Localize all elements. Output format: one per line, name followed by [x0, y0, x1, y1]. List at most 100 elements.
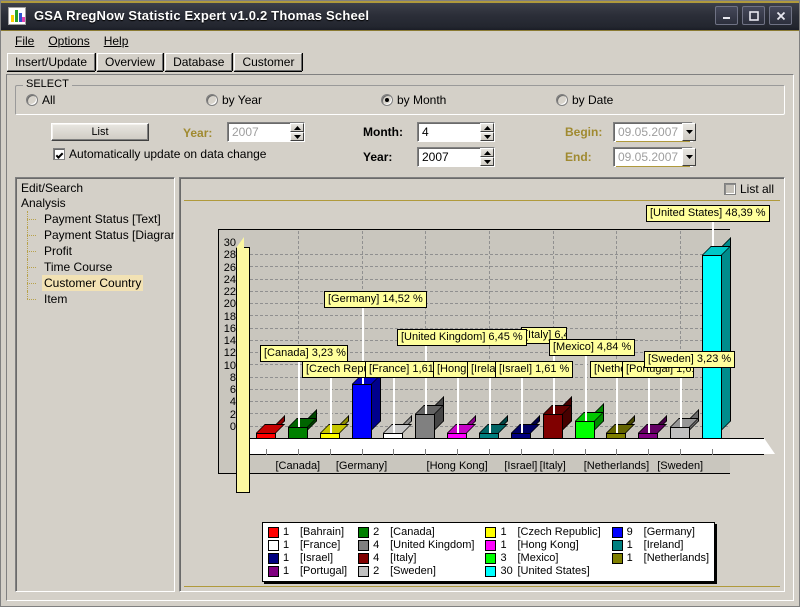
- bar[interactable]: [702, 237, 732, 439]
- client-area: SELECT All by Year by Month by Date List…: [6, 74, 794, 601]
- spinner-down-icon[interactable]: [480, 157, 494, 166]
- bar[interactable]: [542, 396, 572, 439]
- tab-database[interactable]: Database: [165, 53, 233, 71]
- chart-panel: List all 0 2 4 6 8 10 12 14 16 18 20 22 24 26 28 30 [Ca…: [179, 177, 785, 592]
- radio-all-label: All: [42, 93, 56, 107]
- tree-item-profit-label: Profit: [44, 244, 73, 258]
- radio-by-year[interactable]: by Year: [206, 93, 381, 107]
- tree-item-payment-status-text[interactable]: Payment Status [Text]: [18, 211, 172, 227]
- radio-all[interactable]: All: [26, 93, 206, 107]
- spinner-up-icon[interactable]: [480, 148, 494, 157]
- legend-item[interactable]: 1 [Israel]: [268, 552, 347, 564]
- data-label: [Sweden] 3,23 %: [644, 351, 736, 368]
- legend-item[interactable]: 1 [Bahrain]: [268, 526, 347, 538]
- spinner-up-icon[interactable]: [290, 123, 304, 132]
- chevron-down-icon[interactable]: [682, 148, 697, 166]
- year-spinner[interactable]: 2007: [417, 147, 495, 167]
- year-left-spinner[interactable]: 2007: [227, 122, 305, 142]
- radio-by-month-label: by Month: [397, 93, 447, 107]
- auto-update-label: Automatically update on data change: [69, 147, 267, 161]
- chevron-down-icon[interactable]: [682, 123, 697, 141]
- legend-item[interactable]: 4 [United Kingdom]: [358, 539, 474, 551]
- radio-by-date[interactable]: by Date: [556, 93, 613, 107]
- bar[interactable]: [606, 414, 636, 439]
- tree-root-edit-search[interactable]: Edit/Search: [18, 181, 172, 196]
- legend-item[interactable]: 1 [Hong Kong]: [485, 539, 600, 551]
- bar[interactable]: [479, 414, 508, 439]
- begin-date-field[interactable]: 09.05.2007: [613, 122, 697, 142]
- tab-overview[interactable]: Overview: [97, 53, 164, 71]
- spinner-up-icon[interactable]: [480, 123, 494, 132]
- legend-swatch: [485, 565, 497, 577]
- select-group: SELECT All by Year by Month by Date: [15, 78, 785, 115]
- menu-file[interactable]: File: [9, 33, 40, 49]
- legend-count: 4: [373, 539, 380, 551]
- tree-root-analysis[interactable]: Analysis: [18, 196, 172, 211]
- tree-item-item[interactable]: Item: [18, 291, 172, 307]
- radio-by-year-label: by Year: [222, 93, 263, 107]
- bar-face: [606, 432, 627, 439]
- bar[interactable]: [383, 414, 413, 439]
- spinner-down-icon[interactable]: [290, 132, 304, 141]
- leader-line: [457, 378, 459, 433]
- tree-item-customer-country[interactable]: Customer Country: [18, 275, 172, 291]
- legend-item[interactable]: 3 [Mexico]: [485, 552, 600, 564]
- legend-item[interactable]: 1 [Czech Republic]: [485, 526, 601, 538]
- x-axis-tick: [712, 449, 713, 455]
- filter-form: List Automatically update on data change…: [15, 119, 785, 173]
- year-spinner-arrows[interactable]: [480, 148, 494, 166]
- auto-update-checkbox[interactable]: Automatically update on data change: [53, 147, 266, 161]
- spinner-down-icon[interactable]: [480, 132, 494, 141]
- end-date-field[interactable]: 09.05.2007: [613, 147, 697, 167]
- menu-help[interactable]: Help: [98, 33, 135, 49]
- close-button[interactable]: [769, 6, 792, 25]
- bar-chart-icon: [8, 6, 26, 25]
- bar[interactable]: [415, 396, 445, 439]
- legend-item[interactable]: 1 [France]: [268, 539, 347, 551]
- bar[interactable]: [510, 414, 540, 439]
- year-value: 2007: [422, 150, 449, 164]
- legend-item[interactable]: 2 [Sweden]: [358, 565, 474, 577]
- tab-insert-update[interactable]: Insert/Update: [7, 53, 96, 71]
- legend-item[interactable]: 9 [Germany]: [611, 526, 709, 538]
- legend-item[interactable]: 2 [Canada]: [358, 526, 474, 538]
- legend-label: [United Kingdom]: [390, 539, 475, 551]
- y-axis-tick-label: 8: [229, 371, 236, 384]
- legend-item[interactable]: 1 [Netherlands]: [611, 552, 709, 564]
- bar[interactable]: [319, 414, 349, 439]
- tab-customer[interactable]: Customer: [234, 53, 303, 71]
- data-label: [Germany] 14,52 %: [324, 291, 427, 308]
- list-button[interactable]: List: [51, 123, 149, 141]
- tree-item-time-course[interactable]: Time Course: [18, 259, 172, 275]
- menu-help-label: Help: [103, 34, 129, 48]
- bar[interactable]: [447, 414, 477, 439]
- tab-customer-label: Customer: [242, 55, 295, 69]
- tree-item-payment-status-diagram[interactable]: Payment Status [Diagram]: [18, 227, 174, 243]
- legend-item[interactable]: 30 [United States]: [485, 565, 600, 577]
- legend-label: [France]: [300, 539, 341, 551]
- bar-face: [255, 432, 276, 439]
- month-spinner-arrows[interactable]: [480, 123, 494, 141]
- bar[interactable]: [638, 414, 668, 439]
- radio-by-month[interactable]: by Month: [381, 93, 556, 107]
- bar[interactable]: [255, 414, 285, 439]
- bar[interactable]: [574, 402, 604, 439]
- y-axis-tick-label: 2: [229, 408, 236, 421]
- minimize-button[interactable]: [715, 6, 738, 25]
- list-all-checkbox[interactable]: List all: [723, 182, 774, 196]
- y-axis-tick-label: 24: [223, 273, 236, 286]
- maximize-button[interactable]: [742, 6, 765, 25]
- month-spinner[interactable]: 4: [417, 122, 495, 142]
- navigation-tree[interactable]: Edit/Search Analysis Payment Status [Tex…: [15, 177, 175, 592]
- tree-item-profit[interactable]: Profit: [18, 243, 172, 259]
- bar-face: [574, 420, 595, 439]
- legend-item[interactable]: 1 [Ireland]: [611, 539, 709, 551]
- bar[interactable]: [670, 408, 700, 439]
- legend-item[interactable]: 4 [Italy]: [358, 552, 474, 564]
- year-left-spinner-arrows[interactable]: [290, 123, 304, 141]
- legend-item[interactable]: 1 [Portugal]: [268, 565, 347, 577]
- bar[interactable]: [287, 408, 317, 439]
- chart-legend: 1 [Bahrain] 2 [Canada] 1 [Czech Republic] 9 [Ge…: [262, 522, 716, 582]
- bar[interactable]: [351, 365, 381, 439]
- menu-options[interactable]: Options: [42, 33, 95, 49]
